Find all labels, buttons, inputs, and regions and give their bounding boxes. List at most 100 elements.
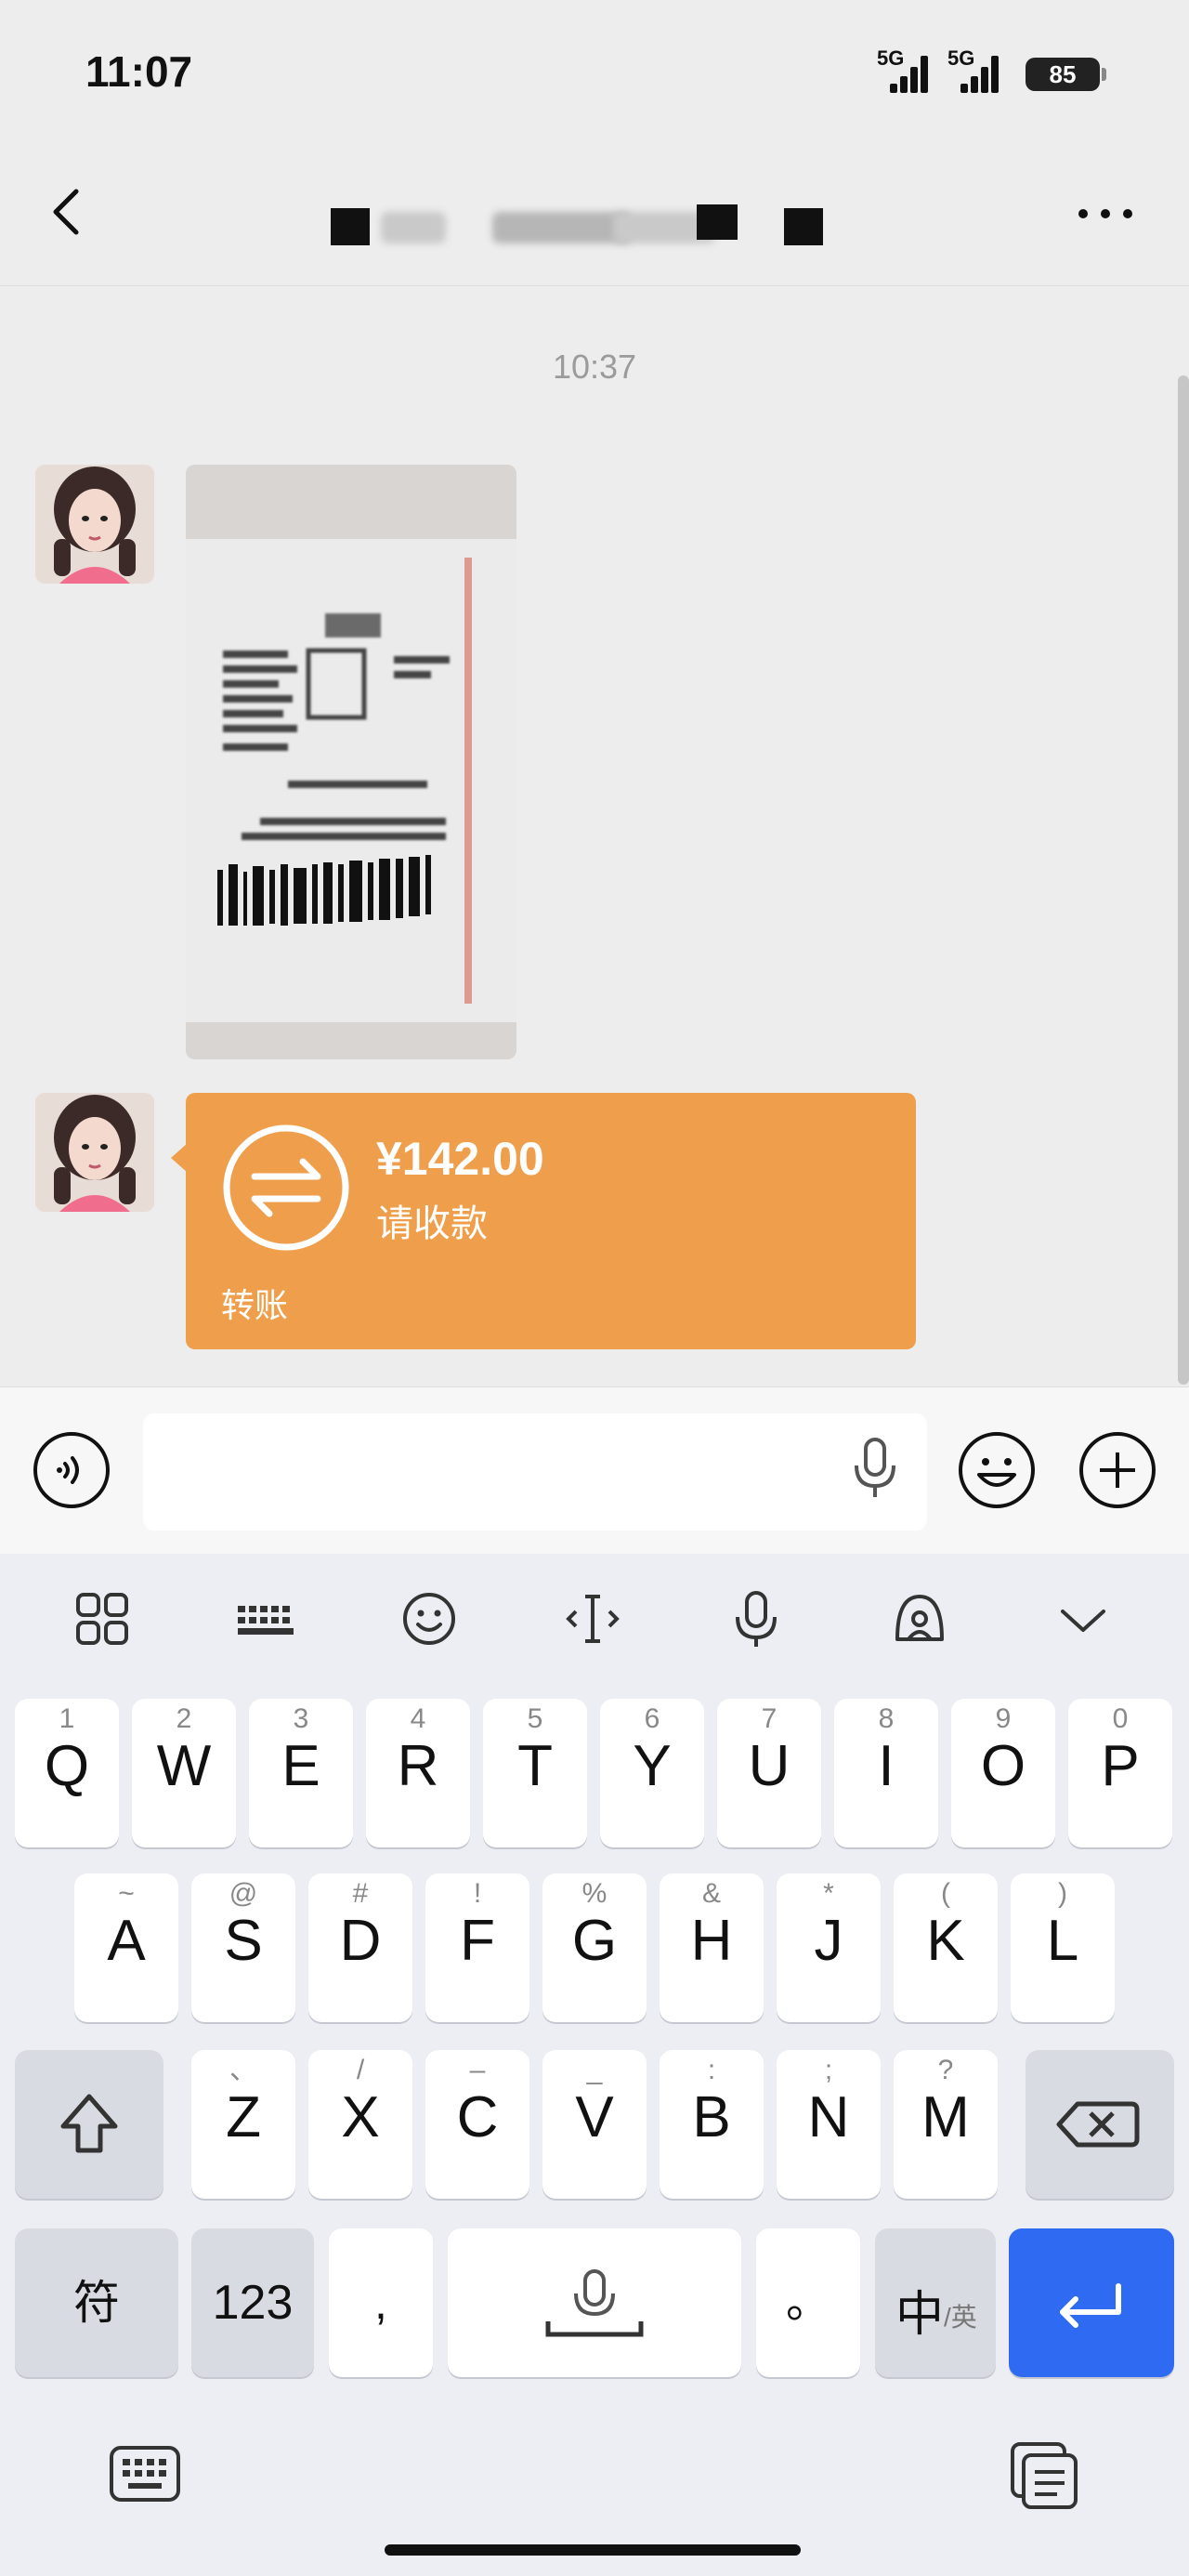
key-p[interactable]: 0P: [1068, 1699, 1172, 1847]
key-w[interactable]: 2W: [132, 1699, 236, 1847]
apps-grid-icon[interactable]: [69, 1585, 136, 1652]
backspace-key[interactable]: [1026, 2050, 1174, 2199]
key-label: D: [339, 1909, 382, 1973]
key-label: S: [224, 1909, 263, 1973]
key-label: J: [814, 1909, 843, 1973]
back-icon[interactable]: [41, 184, 97, 240]
key-u[interactable]: 7U: [717, 1699, 821, 1847]
key-q[interactable]: 1Q: [15, 1699, 119, 1847]
key-b[interactable]: :B: [660, 2050, 764, 2199]
symbols-key[interactable]: 符: [15, 2228, 178, 2377]
key-y[interactable]: 6Y: [600, 1699, 704, 1847]
message-input[interactable]: [143, 1413, 927, 1531]
key-secondary-label: ;: [824, 2055, 833, 2085]
enter-key[interactable]: [1009, 2228, 1174, 2377]
key-i[interactable]: 8I: [834, 1699, 938, 1847]
emoji-icon[interactable]: [396, 1585, 463, 1652]
key-h[interactable]: & H: [660, 1873, 764, 2022]
key-secondary-label: 3: [293, 1703, 309, 1734]
input-bar: [0, 1387, 1189, 1554]
more-icon[interactable]: [1068, 195, 1143, 232]
key-j[interactable]: * J: [777, 1873, 881, 2022]
key-m[interactable]: ? M: [894, 2050, 998, 2199]
key-secondary-label: (: [941, 1878, 950, 1909]
key-label: Q: [44, 1734, 90, 1798]
voice-toggle-icon[interactable]: [32, 1430, 111, 1510]
key-d[interactable]: # D: [308, 1873, 412, 2022]
voice-input-icon[interactable]: [723, 1585, 790, 1652]
key-label: W: [156, 1734, 212, 1798]
key-secondary-label: 0: [1112, 1703, 1129, 1734]
key-label: I: [878, 1734, 895, 1798]
comma-key[interactable]: ,: [329, 2228, 433, 2377]
key-secondary-label: :: [707, 2055, 716, 2085]
key-s[interactable]: @ S: [191, 1873, 295, 2022]
numbers-key-label: 123: [212, 2276, 294, 2330]
key-n[interactable]: ; N: [777, 2050, 881, 2199]
collapse-keyboard-icon[interactable]: [1050, 1585, 1117, 1652]
key-secondary-label: 7: [761, 1703, 777, 1734]
home-indicator[interactable]: [385, 2544, 801, 2556]
keyboard-layout-icon[interactable]: [232, 1585, 299, 1652]
key-label: Z: [226, 2085, 261, 2149]
key-r[interactable]: 4R: [366, 1699, 470, 1847]
key-secondary-label: !: [473, 1878, 482, 1909]
key-label: G: [571, 1909, 618, 1973]
key-f[interactable]: ! F: [425, 1873, 529, 2022]
lang-key-main: 中: [895, 2288, 945, 2342]
key-secondary-label: ): [1058, 1878, 1067, 1909]
key-label: Y: [633, 1734, 672, 1798]
cursor-move-icon[interactable]: [559, 1585, 626, 1652]
shift-key[interactable]: [15, 2050, 163, 2199]
key-secondary-label: 2: [176, 1703, 192, 1734]
space-mic-icon: [545, 2269, 644, 2337]
period-key[interactable]: 。: [756, 2228, 860, 2377]
key-z[interactable]: 、 Z: [191, 2050, 295, 2199]
clipboard-icon[interactable]: [1003, 2435, 1085, 2517]
key-l[interactable]: ) L: [1011, 1873, 1115, 2022]
key-secondary-label: 9: [995, 1703, 1012, 1734]
numbers-key[interactable]: 123: [191, 2228, 314, 2377]
microphone-icon[interactable]: [847, 1436, 903, 1501]
key-a[interactable]: ~ A: [74, 1873, 178, 2022]
image-message[interactable]: [186, 465, 516, 1059]
language-switch-key[interactable]: 中 /英: [875, 2228, 996, 2377]
key-g[interactable]: % G: [542, 1873, 647, 2022]
symbols-key-label: 符: [73, 2277, 120, 2329]
key-secondary-label: 、: [229, 2055, 257, 2085]
chat-timestamp: 10:37: [552, 348, 637, 386]
key-secondary-label: %: [581, 1878, 608, 1909]
key-label: V: [575, 2085, 614, 2149]
keyboard-switch-icon[interactable]: [104, 2435, 186, 2517]
key-k[interactable]: (K: [894, 1873, 998, 2022]
key-t[interactable]: 5T: [483, 1699, 587, 1847]
key-label: P: [1101, 1734, 1140, 1798]
plus-icon[interactable]: [1078, 1430, 1157, 1510]
contact-avatar[interactable]: [35, 465, 154, 584]
key-c[interactable]: – C: [425, 2050, 529, 2199]
keyboard: 1Q2W3E4R5T6Y7U8I9O0P ~ A @ S # D! F% G & H * J(K) L …: [0, 1554, 1189, 2576]
key-secondary-label: #: [352, 1878, 369, 1909]
key-x[interactable]: / X: [308, 2050, 412, 2199]
contact-avatar[interactable]: [35, 1093, 154, 1212]
key-label: U: [748, 1734, 790, 1798]
key-e[interactable]: 3E: [249, 1699, 353, 1847]
key-secondary-label: &: [701, 1878, 721, 1909]
key-secondary-label: ?: [937, 2055, 954, 2085]
ai-assistant-icon[interactable]: [886, 1585, 953, 1652]
key-secondary-label: –: [469, 2055, 486, 2085]
key-o[interactable]: 9O: [951, 1699, 1055, 1847]
key-label: F: [460, 1909, 495, 1973]
key-label: X: [341, 2085, 380, 2149]
transfer-message[interactable]: ¥142.00 请收款 转账: [171, 1093, 916, 1349]
key-label: L: [1046, 1909, 1079, 1973]
chat-area[interactable]: 10:37 ¥142.00 请收款 转账: [0, 286, 1189, 1387]
key-v[interactable]: _ V: [542, 2050, 647, 2199]
space-key[interactable]: [448, 2228, 741, 2377]
transfer-label: 转账: [221, 1286, 289, 1324]
key-secondary-label: 6: [644, 1703, 660, 1734]
emoji-icon[interactable]: [957, 1430, 1037, 1510]
key-label: B: [692, 2085, 731, 2149]
backspace-icon: [1056, 2101, 1140, 2148]
scrollbar[interactable]: [1178, 375, 1189, 1385]
